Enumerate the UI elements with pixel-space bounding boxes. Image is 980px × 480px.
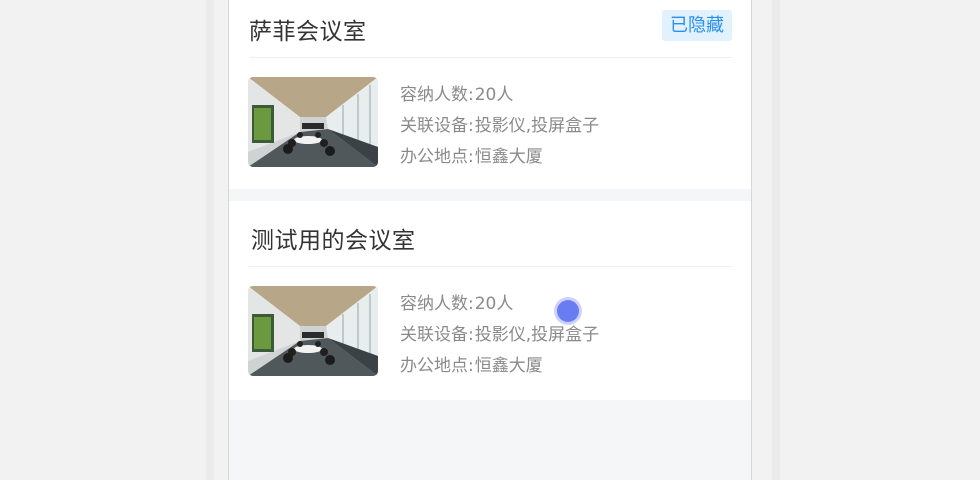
capacity-row: 容纳人数:20人 <box>400 289 513 314</box>
touch-cursor-indicator <box>557 300 579 322</box>
divider <box>249 57 732 58</box>
location-value: 恒鑫大厦 <box>474 147 543 167</box>
room-card-header: 萨菲会议室 已隐藏 <box>229 0 751 56</box>
devices-label: 关联设备: <box>400 116 474 136</box>
devices-value: 投影仪,投屏盒子 <box>474 116 600 136</box>
capacity-label: 容纳人数: <box>400 294 474 314</box>
capacity-row: 容纳人数:20人 <box>400 80 513 105</box>
room-card[interactable]: 萨菲会议室 已隐藏 容纳人数:20人 关联设备:投影仪,投屏盒子 办公地点:恒鑫… <box>229 0 751 189</box>
left-gutter <box>206 0 214 480</box>
devices-value: 投影仪,投屏盒子 <box>474 325 600 345</box>
devices-row: 关联设备:投影仪,投屏盒子 <box>400 111 599 136</box>
capacity-value: 20人 <box>474 294 514 314</box>
room-name: 萨菲会议室 <box>249 19 367 45</box>
location-row: 办公地点:恒鑫大厦 <box>400 142 543 167</box>
devices-row: 关联设备:投影仪,投屏盒子 <box>400 320 599 345</box>
conference-room-photo <box>248 77 378 167</box>
room-name: 测试用的会议室 <box>251 228 416 254</box>
room-thumbnail[interactable] <box>248 77 378 167</box>
capacity-value: 20人 <box>474 85 514 105</box>
location-row: 办公地点:恒鑫大厦 <box>400 351 543 376</box>
mobile-viewport[interactable]: 萨菲会议室 已隐藏 容纳人数:20人 关联设备:投影仪,投屏盒子 办公地点:恒鑫… <box>228 0 752 480</box>
capacity-label: 容纳人数: <box>400 85 474 105</box>
location-label: 办公地点: <box>400 356 474 376</box>
hidden-status-badge: 已隐藏 <box>662 10 732 41</box>
location-label: 办公地点: <box>400 147 474 167</box>
divider <box>249 266 732 267</box>
room-thumbnail[interactable] <box>248 286 378 376</box>
right-gutter <box>772 0 780 480</box>
room-card[interactable]: 测试用的会议室 容纳人数:20人 关联设备:投影仪,投屏盒子 办公地点:恒鑫大厦 <box>229 201 751 400</box>
location-value: 恒鑫大厦 <box>474 356 543 376</box>
devices-label: 关联设备: <box>400 325 474 345</box>
room-card-header: 测试用的会议室 <box>229 201 751 267</box>
conference-room-photo <box>248 286 378 376</box>
